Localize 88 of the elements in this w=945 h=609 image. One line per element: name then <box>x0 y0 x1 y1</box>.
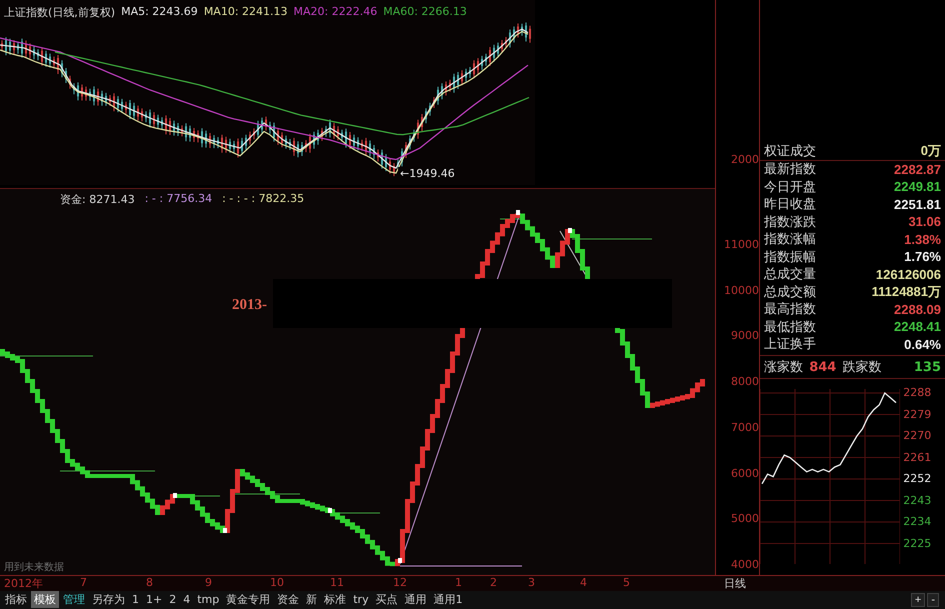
quote-value: 126126006 <box>876 266 941 282</box>
decliners-label: 跌家数 <box>842 359 882 376</box>
quote-value: 31.06 <box>908 214 941 230</box>
date-tick-label: 1 <box>455 576 462 589</box>
indicator-value: 资金: 8271.43 <box>60 192 135 207</box>
date-tick-label: 10 <box>270 576 284 589</box>
toolbar-tab[interactable]: 黄金专用 <box>223 591 274 608</box>
quote-value: 11124881万 <box>872 282 941 301</box>
quote-label: 昨日收盘 <box>764 196 816 214</box>
axis-label: 7000 <box>731 420 759 434</box>
advancers-label: 涨家数 <box>764 359 804 376</box>
toolbar-tab[interactable]: 新 <box>303 591 320 608</box>
quote-label: 上证换手 <box>764 336 816 354</box>
quote-label: 指数振幅 <box>764 248 816 266</box>
axis-label: 6000 <box>731 466 759 480</box>
future-data-note: 用到未来数据 <box>4 560 64 574</box>
quote-label: 最新指数 <box>764 161 816 178</box>
axis-label: 9000 <box>731 329 759 342</box>
date-tick-label: 2 <box>490 576 497 589</box>
toolbar-tab[interactable]: 模板 <box>31 591 59 608</box>
date-tick-label: 9 <box>205 576 212 589</box>
toolbar-tab[interactable]: 1 <box>129 592 142 608</box>
toolbar-tab[interactable]: 1+ <box>143 592 166 608</box>
quote-label: 指数涨幅 <box>764 231 816 248</box>
date-tick-label: 4 <box>580 576 587 589</box>
moving-average-label: MA5: 2243.69 <box>121 5 198 20</box>
axis-label: 8000 <box>731 375 759 388</box>
quote-value: 0万 <box>920 142 941 160</box>
quote-value: 1.38% <box>904 232 941 247</box>
quote-label: 最低指数 <box>764 318 816 336</box>
date-tick-label: 5 <box>623 576 630 589</box>
date-tick-label: 2012年 <box>4 576 43 591</box>
date-tick-label: 7 <box>80 576 87 589</box>
quote-value: 2251.81 <box>894 196 941 212</box>
date-tick-label: 3 <box>528 576 535 589</box>
quote-label: 总成交额 <box>764 284 816 301</box>
toolbar-tab[interactable]: 2 <box>166 592 180 608</box>
indicator-value: : - : 7756.34 <box>144 192 212 207</box>
toolbar-tab[interactable]: 另存为 <box>89 591 128 608</box>
quote-value: 2249.81 <box>894 179 941 194</box>
axis-label: 2270 <box>903 429 932 442</box>
moving-average-label: MA60: 2266.13 <box>383 5 467 20</box>
decliners-count: 135 <box>914 360 941 374</box>
toolbar-tab[interactable]: 标准 <box>321 591 350 608</box>
toolbar-tab[interactable]: 管理 <box>60 591 88 608</box>
moving-average-label: MA20: 2222.46 <box>294 5 378 20</box>
chart-title: 上证指数(日线,前复权) <box>4 5 116 20</box>
quote-label: 权证成交 <box>764 142 816 160</box>
toolbar-tab[interactable]: 通用1 <box>430 591 466 608</box>
toolbar-tab[interactable]: tmp <box>194 592 222 608</box>
quote-label: 指数涨跌 <box>764 214 816 231</box>
low-price-marker: ←1949.46 <box>398 167 457 180</box>
axis-label: 11000 <box>724 238 759 251</box>
quote-label: 总成交量 <box>764 266 816 284</box>
date-tick-label: 8 <box>146 576 153 589</box>
quote-label: 最高指数 <box>764 301 816 318</box>
toolbar-tab[interactable]: 指标 <box>2 591 30 608</box>
axis-label: 2288 <box>903 386 932 399</box>
axis-label: 2243 <box>903 494 932 506</box>
axis-label: 2225 <box>903 536 932 550</box>
zoom-in-button[interactable]: + <box>910 592 926 607</box>
quote-value: 2288.09 <box>894 302 941 317</box>
axis-label: 2234 <box>903 515 932 528</box>
date-label: 2013- <box>232 297 267 314</box>
toolbar-tab[interactable]: 资金 <box>274 591 302 608</box>
toolbar-tab[interactable]: 4 <box>180 592 194 608</box>
moving-average-label: MA10: 2241.13 <box>204 5 288 20</box>
quote-value: 0.64% <box>904 336 941 352</box>
axis-label: 2279 <box>903 408 932 420</box>
axis-label: 4000 <box>731 558 759 571</box>
toolbar-tab[interactable]: 通用 <box>402 591 430 608</box>
date-tick-label: 12 <box>393 576 407 589</box>
zoom-out-button[interactable]: - <box>927 592 939 607</box>
quote-value: 2282.87 <box>894 162 941 177</box>
axis-label: 10000 <box>724 284 759 297</box>
axis-label: 2261 <box>903 450 932 464</box>
axis-label: 2252 <box>903 472 932 485</box>
quote-value: 1.76% <box>904 249 941 264</box>
toolbar-tab[interactable]: 买点 <box>372 591 401 608</box>
axis-label: 2000 <box>731 153 759 166</box>
advancers-count: 844 <box>809 360 836 374</box>
period-label[interactable]: 日线 <box>724 576 746 591</box>
toolbar-tab[interactable]: try <box>350 592 372 608</box>
quote-value: 2248.41 <box>894 319 941 334</box>
date-tick-label: 11 <box>330 576 344 589</box>
indicator-value: : - : - : 7822.35 <box>222 192 304 207</box>
axis-label: 5000 <box>731 512 759 526</box>
quote-label: 今日开盘 <box>764 178 816 196</box>
